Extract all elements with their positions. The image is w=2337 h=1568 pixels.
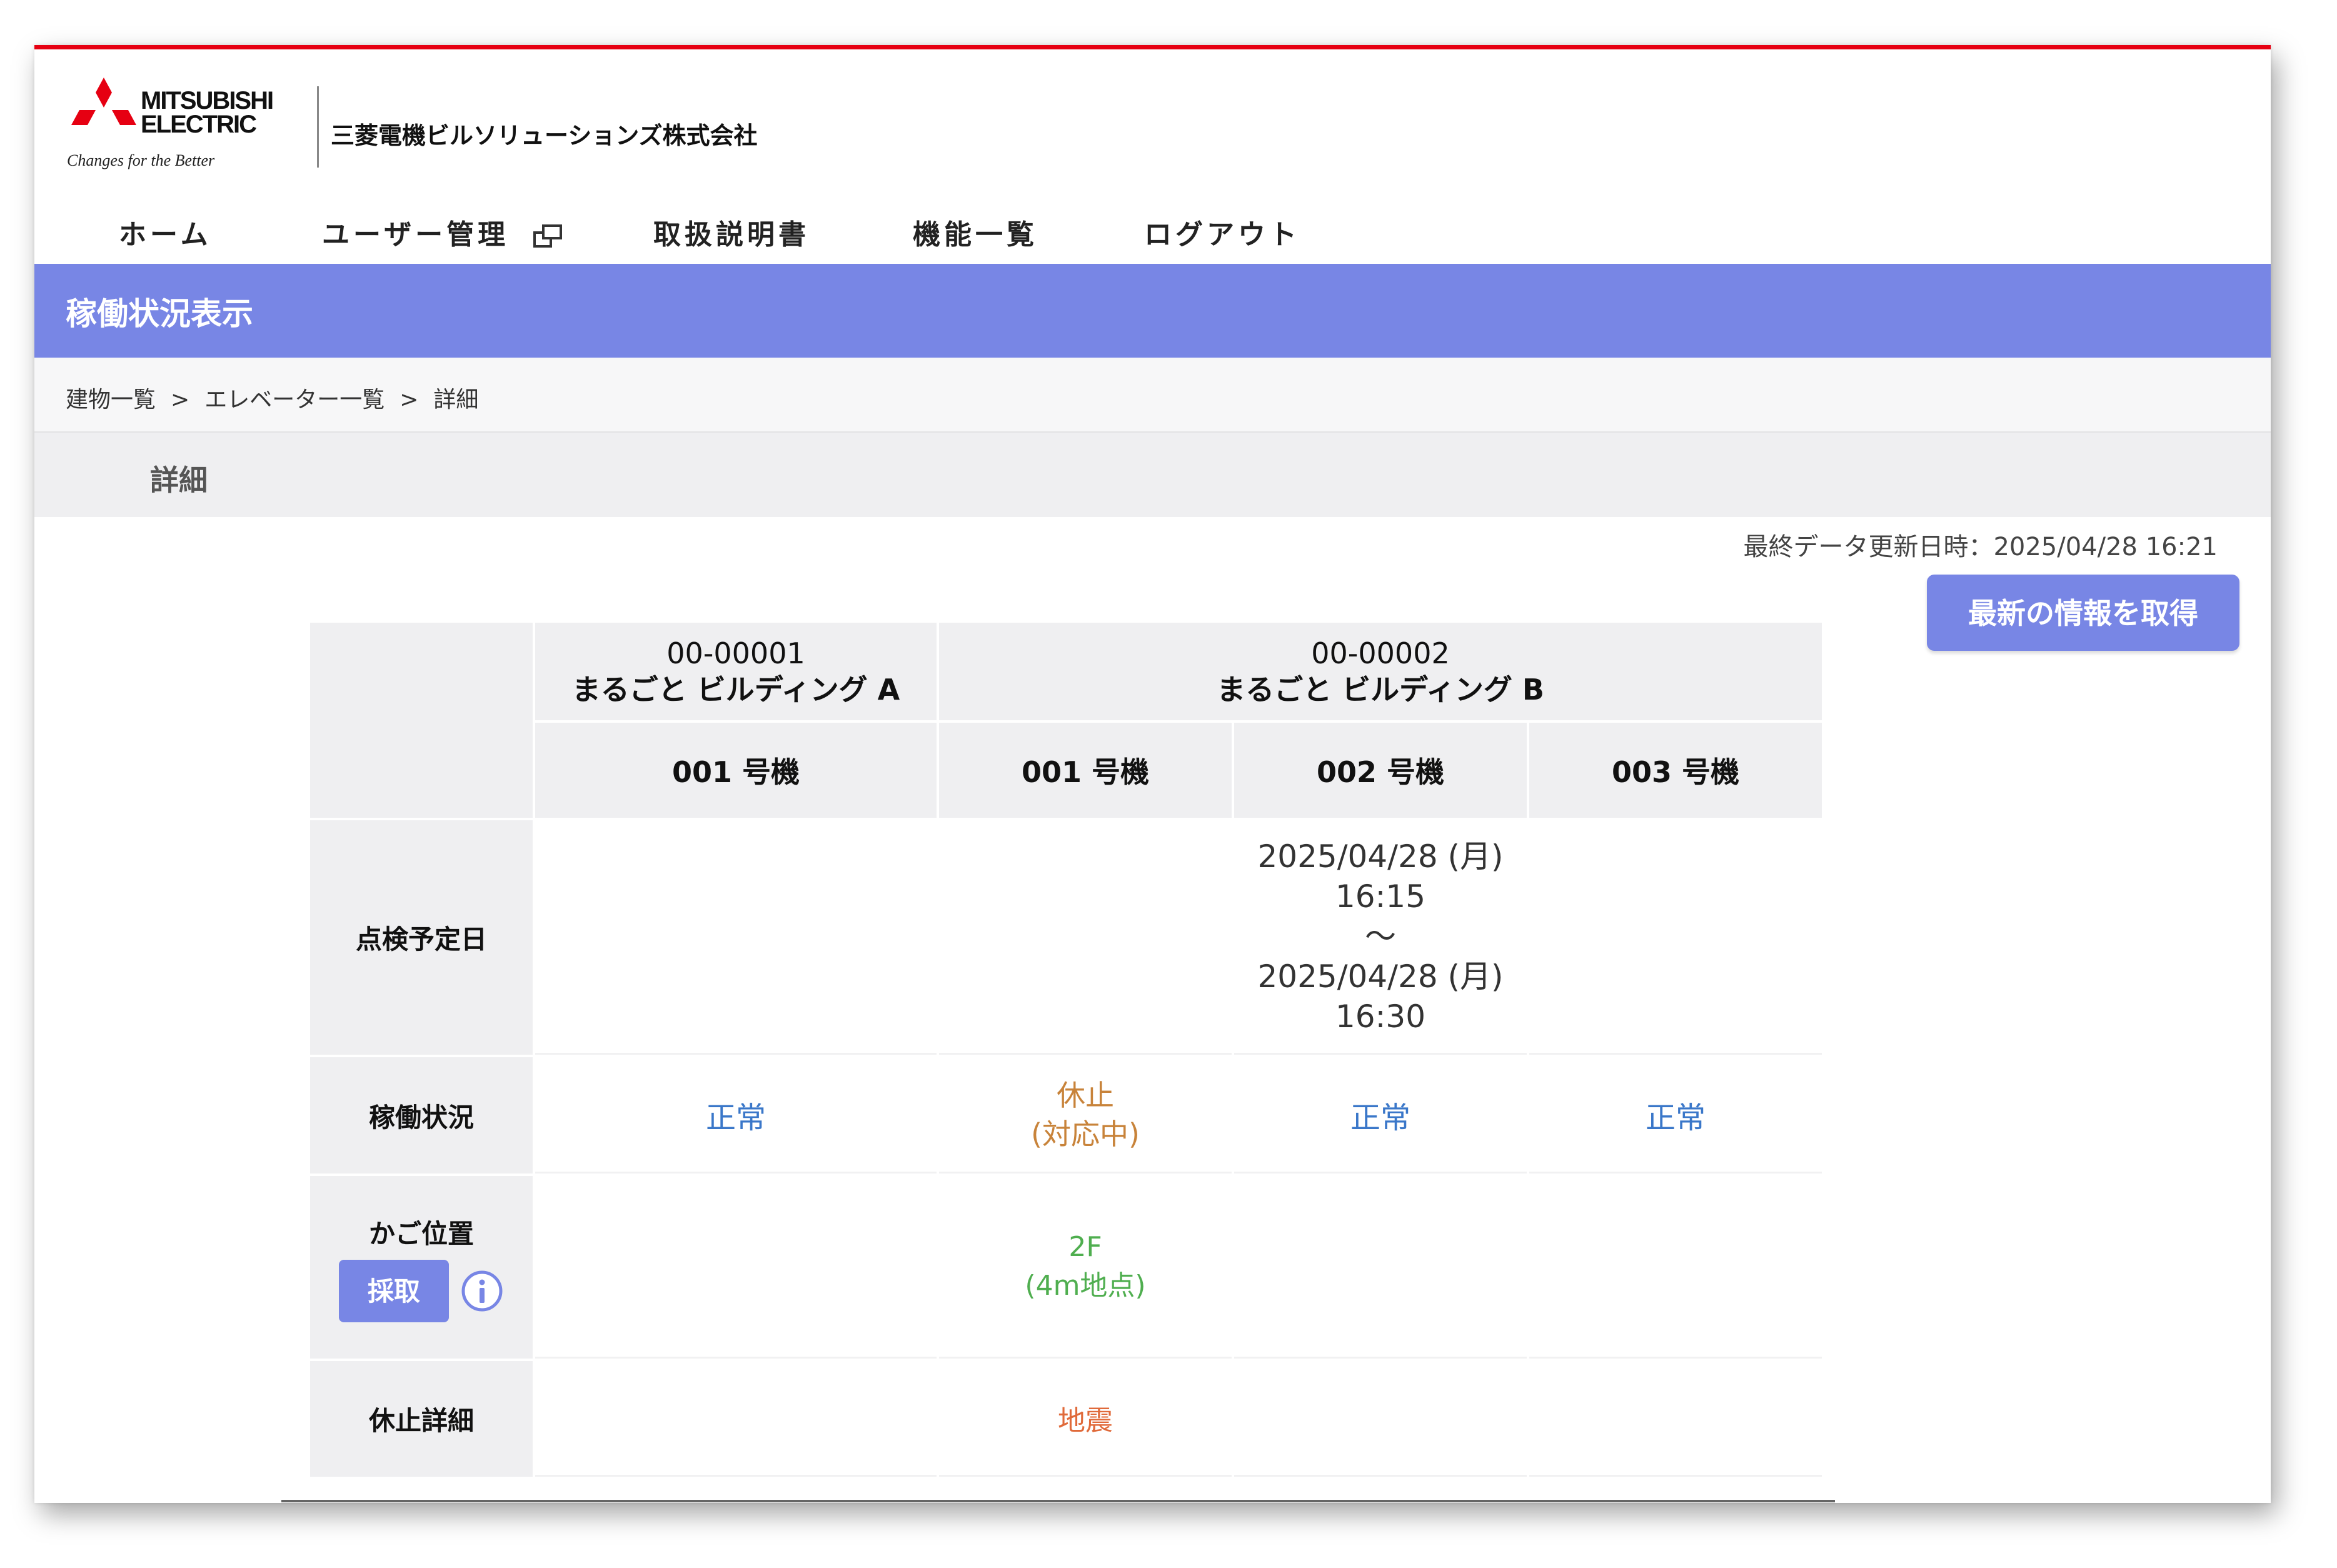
info-icon[interactable] xyxy=(460,1269,504,1313)
car-position-cell xyxy=(535,1176,937,1359)
building-header-b: 00-00002 まるごと ビルディング B xyxy=(939,623,1822,720)
external-window-icon xyxy=(533,224,563,248)
brand-line-2: ELECTRIC xyxy=(141,111,257,138)
building-name: まるごと ビルディング A xyxy=(571,673,900,706)
logo-divider xyxy=(317,86,319,168)
corner-header-cell xyxy=(310,623,533,818)
brand-name: MITSUBISHI ELECTRIC xyxy=(141,87,274,138)
unit-header: 002 号機 xyxy=(1234,723,1527,818)
stop-reason: 地震 xyxy=(1058,1405,1113,1437)
row-label-stop-detail: 休止詳細 xyxy=(310,1361,533,1477)
car-position-cell xyxy=(1234,1176,1527,1359)
car-position-actions: 採取 xyxy=(310,1259,533,1322)
page-title: 稼働状況表示 xyxy=(66,296,253,332)
unit-header: 001 号機 xyxy=(535,723,937,818)
nav-home-label: ホーム xyxy=(119,219,212,251)
building-code: 00-00002 xyxy=(1311,636,1450,670)
inspection-end-date: 2025/04/28 (月) xyxy=(1257,958,1504,995)
refresh-button[interactable]: 最新の情報を取得 xyxy=(1927,575,2239,651)
section-title: 詳細 xyxy=(150,463,208,497)
brand-line-1: MITSUBISHI xyxy=(141,87,274,114)
inspection-start-date: 2025/04/28 (月) xyxy=(1257,838,1504,875)
stop-detail-cell xyxy=(1529,1361,1822,1477)
building-name: まるごと ビルディング B xyxy=(1217,673,1544,706)
operation-cell: 正常 xyxy=(1234,1057,1527,1173)
status-normal: 正常 xyxy=(1645,1100,1706,1135)
main-nav: ホーム ユーザー管理 取扱説明書 機能一覧 ログアウト xyxy=(34,193,2271,262)
nav-logout-label: ログアウト xyxy=(1144,219,1300,251)
company-name: 三菱電機ビルソリューションズ株式会社 xyxy=(331,122,758,149)
inspection-end-time: 16:30 xyxy=(1335,998,1426,1035)
status-stopped-note: (対応中) xyxy=(1031,1117,1140,1151)
inspection-start-time: 16:15 xyxy=(1335,878,1426,915)
inspection-cell: 2025/04/28 (月) 16:15 ～ 2025/04/28 (月) 16… xyxy=(1234,820,1527,1055)
last-updated-text: 最終データ更新日時：2025/04/28 16:21 xyxy=(1743,533,2218,561)
row-label-operation: 稼働状況 xyxy=(310,1057,533,1173)
nav-feature-list-label: 機能一覧 xyxy=(913,219,1038,251)
car-point: (4m地点) xyxy=(1025,1269,1146,1302)
breadcrumb-elevator-list[interactable]: エレベーター一覧 xyxy=(204,387,384,413)
nav-manual[interactable]: 取扱説明書 xyxy=(653,212,810,252)
nav-home[interactable]: ホーム xyxy=(119,212,212,252)
operation-cell: 休止 (対応中) xyxy=(939,1057,1232,1173)
inspection-cell xyxy=(1529,820,1822,1055)
mitsubishi-diamonds-logo xyxy=(71,78,136,125)
car-position-label: かご位置 xyxy=(368,1218,474,1249)
inspection-cell xyxy=(535,820,937,1055)
inspection-cell xyxy=(939,820,1232,1055)
breadcrumb-separator: > xyxy=(171,387,190,413)
table-bottom-rule xyxy=(281,1500,1835,1502)
fetch-button[interactable]: 採取 xyxy=(339,1259,449,1322)
breadcrumb-detail: 詳細 xyxy=(433,387,479,413)
breadcrumb: 建物一覧 > エレベーター一覧 > 詳細 xyxy=(66,381,478,414)
status-normal: 正常 xyxy=(705,1100,766,1135)
section-header: 詳細 xyxy=(34,433,2271,517)
breadcrumb-building-list[interactable]: 建物一覧 xyxy=(66,387,156,413)
stop-detail-cell xyxy=(535,1361,937,1477)
stop-detail-cell: 地震 xyxy=(939,1361,1232,1477)
stop-detail-cell xyxy=(1234,1361,1527,1477)
page-title-bar: 稼働状況表示 xyxy=(34,264,2271,358)
inspection-range-separator: ～ xyxy=(1365,918,1396,955)
header-logo[interactable]: MITSUBISHI ELECTRIC Changes for the Bett… xyxy=(67,78,767,171)
operation-cell: 正常 xyxy=(1529,1057,1822,1173)
status-stopped: 休止 xyxy=(1057,1078,1114,1112)
operation-cell: 正常 xyxy=(535,1057,937,1173)
brand-tagline: Changes for the Better xyxy=(67,151,215,169)
unit-header: 001 号機 xyxy=(939,723,1232,818)
unit-header: 003 号機 xyxy=(1529,723,1822,818)
row-label-car-position: かご位置 採取 xyxy=(310,1176,533,1359)
status-normal: 正常 xyxy=(1350,1100,1410,1135)
breadcrumb-separator: > xyxy=(400,387,419,413)
nav-user-management-label: ユーザー管理 xyxy=(322,219,510,251)
nav-manual-label: 取扱説明書 xyxy=(653,219,810,251)
elevator-status-table: 00-00001 まるごと ビルディング A 00-00002 まるごと ビルデ… xyxy=(308,620,1824,1479)
car-position-cell: 2F (4m地点) xyxy=(939,1176,1232,1359)
nav-feature-list[interactable]: 機能一覧 xyxy=(913,212,1038,252)
breadcrumb-bar: 建物一覧 > エレベーター一覧 > 詳細 xyxy=(34,358,2271,433)
car-floor: 2F xyxy=(1068,1230,1102,1263)
building-header-a: 00-00001 まるごと ビルディング A xyxy=(535,623,937,720)
nav-logout[interactable]: ログアウト xyxy=(1144,212,1300,252)
car-position-cell xyxy=(1529,1176,1822,1359)
nav-user-management[interactable]: ユーザー管理 xyxy=(322,212,563,252)
building-code: 00-00001 xyxy=(666,636,805,670)
row-label-inspection: 点検予定日 xyxy=(310,820,533,1055)
app-window: MITSUBISHI ELECTRIC Changes for the Bett… xyxy=(34,45,2271,1503)
